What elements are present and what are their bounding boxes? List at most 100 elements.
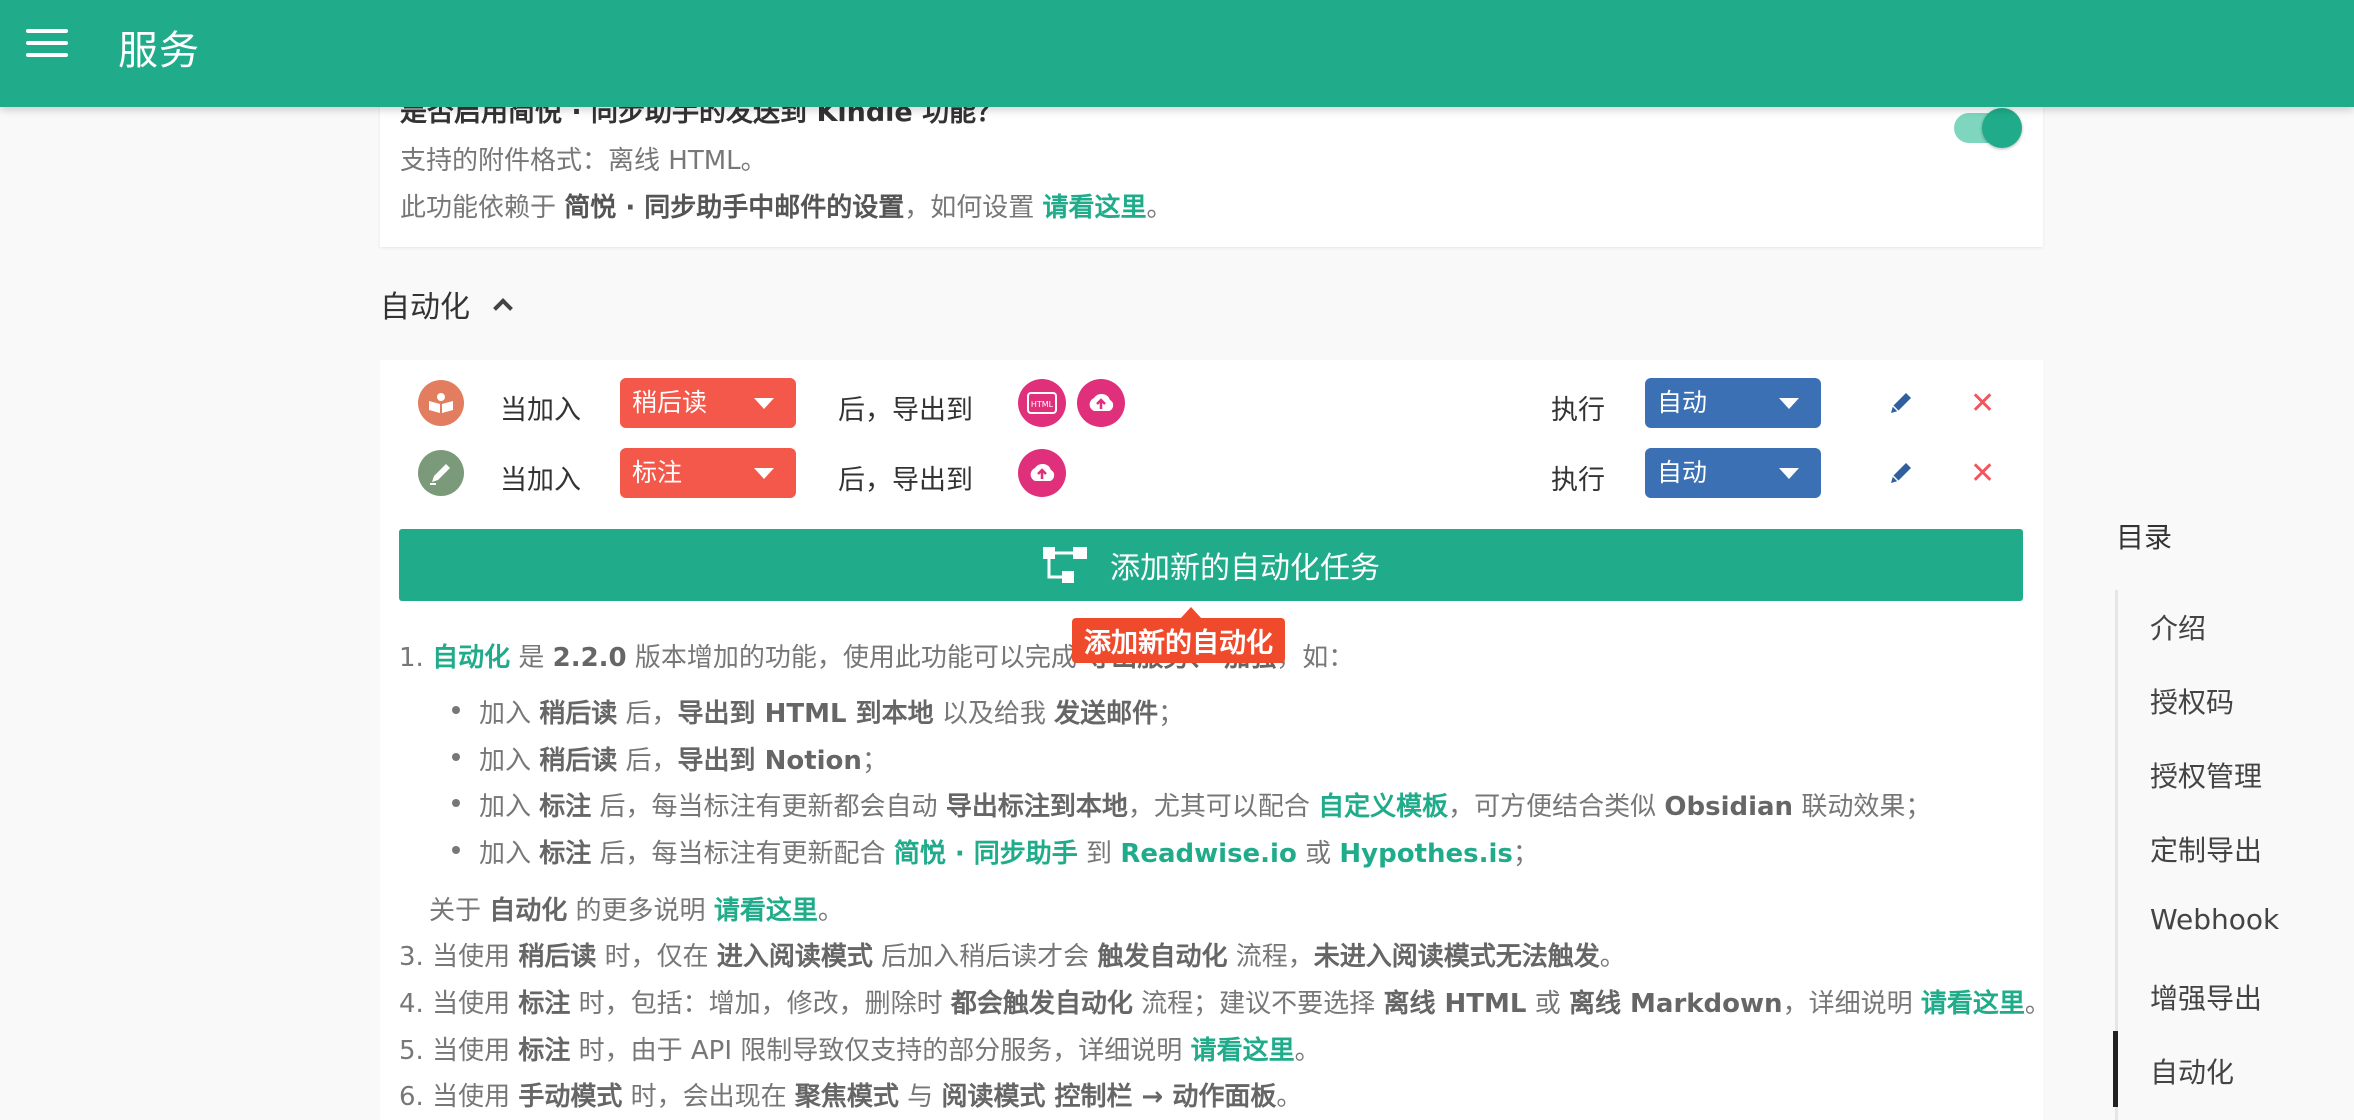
note-text: 。: [1599, 942, 1626, 972]
note-text: 与: [898, 1082, 942, 1112]
then-label: 后，导出到: [838, 465, 973, 496]
then-label: 后，导出到: [838, 395, 973, 426]
note-bold: 导出标注到本地: [945, 792, 1128, 822]
note-bold: 导出到 HTML 到本地: [677, 699, 934, 729]
note-bold: 进入阅读模式: [716, 942, 873, 972]
cloud-upload-icon[interactable]: [1018, 449, 1066, 497]
note-text: 5. 当使用: [399, 1036, 519, 1066]
note-text: 后，: [617, 746, 678, 776]
toc-item-intro[interactable]: 介绍: [2150, 607, 2206, 647]
note-link[interactable]: 请看这里: [1191, 1036, 1295, 1066]
chevron-up-icon: [493, 298, 513, 318]
depends-suffix: 。: [1146, 193, 1173, 223]
mode-select[interactable]: 自动: [1645, 448, 1821, 498]
depends-mid: ，如何设置: [904, 193, 1043, 223]
note-bold: 离线 Markdown: [1568, 989, 1783, 1019]
note-bold: 阅读模式 控制栏 → 动作面板: [941, 1082, 1277, 1112]
note-text: 的更多说明: [567, 896, 714, 926]
note-link[interactable]: 自动化: [432, 643, 510, 673]
note-text: 以及给我: [933, 699, 1055, 729]
note-text: 是: [510, 643, 553, 673]
exec-label: 执行: [1551, 465, 1605, 496]
depends-link[interactable]: 请看这里: [1043, 193, 1147, 223]
note-bold: 发送邮件: [1054, 699, 1159, 729]
mode-value: 自动: [1657, 388, 1708, 417]
edit-pencil-icon[interactable]: [1886, 458, 1916, 488]
note-text: 1.: [399, 643, 433, 673]
note-text: 6. 当使用: [399, 1082, 519, 1112]
flow-icon: [1043, 547, 1087, 583]
note-text: 。: [1276, 1082, 1303, 1112]
note-text: 3. 当使用: [399, 942, 519, 972]
add-automation-button[interactable]: 添加新的自动化任务: [399, 529, 2023, 601]
note-text: 或: [1526, 989, 1569, 1019]
note-text: ；: [1512, 839, 1539, 869]
kindle-toggle[interactable]: [1954, 108, 2022, 148]
note-text: 4. 当使用: [399, 989, 519, 1019]
note-bold: 标注: [539, 839, 592, 869]
note-text: 后，: [617, 699, 678, 729]
note-text: 加入: [479, 792, 540, 822]
edit-pencil-icon[interactable]: [1886, 388, 1916, 418]
automation-card: 当加入 稍后读 后，导出到 HTML 执行 自动 ✕ 当加入 标注 后，导出到 …: [380, 360, 2051, 1120]
note-text: 后，每当标注有更新都会自动: [591, 792, 946, 822]
html-export-icon[interactable]: HTML: [1018, 379, 1066, 427]
delete-x-icon[interactable]: ✕: [1970, 456, 1995, 491]
note-text: 。: [2024, 989, 2051, 1019]
note-bold: 手动模式: [518, 1082, 623, 1112]
caret-down-icon: [1779, 468, 1799, 479]
add-automation-tooltip: 添加新的自动化: [1072, 607, 1285, 663]
note-text: 时，会出现在: [622, 1082, 795, 1112]
delete-x-icon[interactable]: ✕: [1970, 386, 1995, 421]
cloud-upload-icon[interactable]: [1077, 379, 1125, 427]
when-label: 当加入: [500, 465, 581, 496]
hamburger-menu-icon[interactable]: [26, 27, 68, 59]
book-icon: [418, 380, 464, 426]
note-more: 关于 自动化 的更多说明 请看这里。: [429, 890, 844, 927]
note-text: 后，每当标注有更新配合: [591, 839, 894, 869]
note-text: ；: [1158, 699, 1185, 729]
toc-item-enhanced-export[interactable]: 增强导出: [2150, 977, 2262, 1017]
source-value: 稍后读: [632, 388, 708, 417]
mode-value: 自动: [1657, 458, 1708, 487]
note-bullet: 加入 标注 后，每当标注有更新配合 简悦 · 同步助手 到 Readwise.i…: [452, 833, 1539, 870]
note-bullet: 加入 标注 后，每当标注有更新都会自动 导出标注到本地，尤其可以配合 自定义模板…: [451, 786, 1931, 823]
note-link[interactable]: 请看这里: [1921, 989, 2025, 1019]
toc-item-license-manage[interactable]: 授权管理: [2150, 755, 2262, 795]
note-bold: 标注: [539, 792, 592, 822]
toc-item-license-code[interactable]: 授权码: [2150, 681, 2234, 721]
note-text: 加入: [479, 839, 540, 869]
toc-item-automation[interactable]: 自动化: [2150, 1051, 2234, 1091]
note-text: 时，仅在: [596, 942, 717, 972]
note-text: ；: [861, 746, 888, 776]
kindle-formats: 支持的附件格式：离线 HTML。: [400, 146, 767, 176]
automation-rule: 当加入 标注 后，导出到 执行 自动 ✕: [380, 448, 2043, 500]
mode-select[interactable]: 自动: [1645, 378, 1821, 428]
add-button-label: 添加新的自动化任务: [1110, 551, 1380, 586]
note-bold: 触发自动化: [1097, 942, 1228, 972]
automation-rule: 当加入 稍后读 后，导出到 HTML 执行 自动 ✕: [380, 378, 2043, 430]
source-select[interactable]: 稍后读: [620, 378, 796, 428]
source-select[interactable]: 标注: [620, 448, 796, 498]
kindle-depends: 此功能依赖于 简悦 · 同步助手中邮件的设置，如何设置 请看这里。: [400, 187, 1173, 224]
caret-down-icon: [754, 468, 774, 479]
automation-section-heading[interactable]: 自动化: [380, 282, 513, 326]
note-bold: Obsidian: [1664, 792, 1794, 822]
note-link[interactable]: Hypothes.is: [1339, 839, 1513, 869]
note-link[interactable]: 请看这里: [714, 896, 818, 926]
note-bold: 稍后读: [518, 942, 597, 972]
note-text: 。: [1294, 1036, 1321, 1066]
page-title: 服务: [118, 28, 200, 74]
note-6: 6. 当使用 手动模式 时，会出现在 聚焦模式 与 阅读模式 控制栏 → 动作面…: [399, 1076, 1302, 1113]
note-link[interactable]: Readwise.io: [1120, 839, 1297, 869]
note-text: 流程，: [1227, 942, 1314, 972]
note-text: 时，由于 API 限制导致仅支持的部分服务，详细说明: [570, 1036, 1191, 1066]
note-link[interactable]: 简悦 · 同步助手: [894, 839, 1078, 869]
note-bold: 稍后读: [539, 746, 618, 776]
toc-item-custom-export[interactable]: 定制导出: [2150, 829, 2262, 869]
toc-item-webhook[interactable]: Webhook: [2150, 903, 2279, 936]
toggle-knob: [1982, 108, 2022, 148]
note-text: ，详细说明: [1782, 989, 1921, 1019]
note-link[interactable]: 自定义模板: [1318, 792, 1448, 822]
app-bar: 服务: [0, 0, 2354, 107]
